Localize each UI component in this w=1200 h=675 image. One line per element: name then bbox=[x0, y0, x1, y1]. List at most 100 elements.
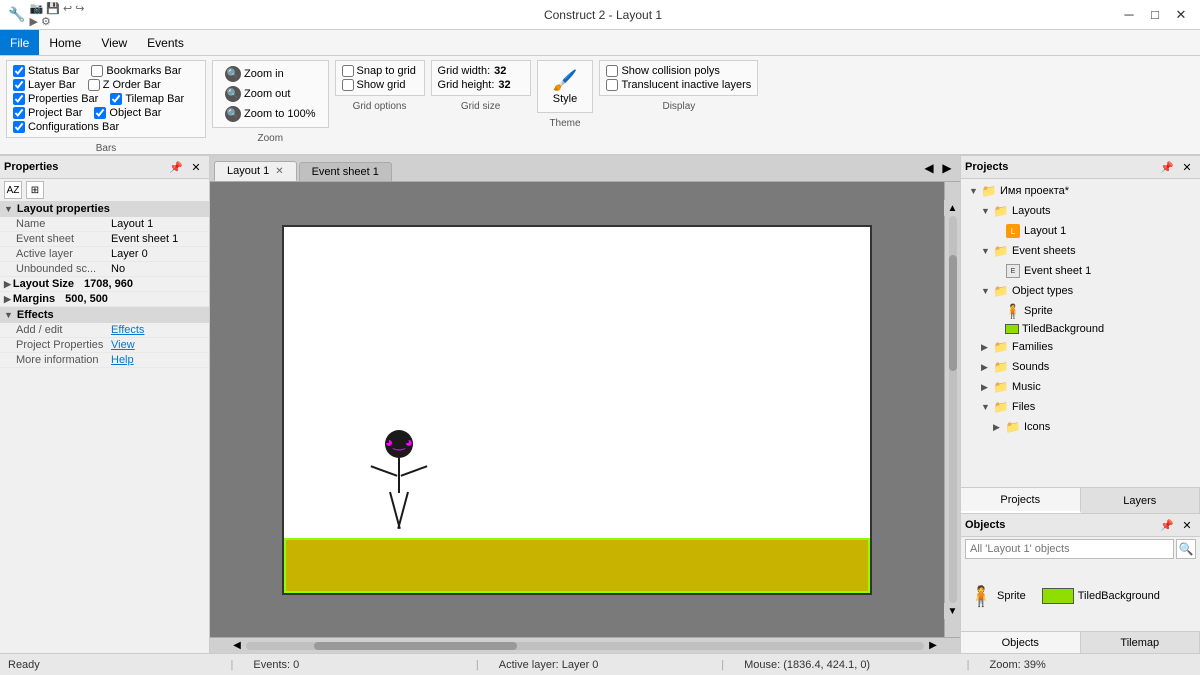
properties-content: AZ ⊞ ▼ Layout properties Name Layout 1 E… bbox=[0, 179, 209, 653]
tab-events1-label: Event sheet 1 bbox=[312, 166, 379, 178]
tree-tiled-bg[interactable]: TiledBackground bbox=[961, 321, 1200, 337]
hscroll-right-button[interactable]: ▶ bbox=[924, 638, 942, 654]
effects-expand-icon: ▼ bbox=[4, 310, 13, 320]
tilemap-bar-checkbox[interactable] bbox=[110, 93, 122, 105]
style-icon: 🖌️ bbox=[553, 68, 578, 93]
layer-bar-checkbox[interactable] bbox=[13, 79, 25, 91]
vscroll-up-button[interactable]: ▲ bbox=[944, 200, 961, 216]
canvas-scroll-area[interactable]: ◕‿◕ bbox=[210, 182, 944, 637]
show-grid-checkbox[interactable] bbox=[342, 79, 354, 91]
zoom-in-icon: 🔍 bbox=[225, 66, 241, 82]
close-button[interactable]: ✕ bbox=[1170, 4, 1192, 26]
props-label-name: Name bbox=[16, 218, 111, 230]
tab-layout1-close[interactable]: ✕ bbox=[275, 166, 283, 177]
vscroll-thumb[interactable] bbox=[949, 255, 957, 371]
tree-layout1[interactable]: L Layout 1 bbox=[961, 221, 1200, 241]
menu-events[interactable]: Events bbox=[137, 30, 194, 55]
props-expand-margins[interactable]: ▶ Margins 500, 500 bbox=[0, 292, 209, 307]
tabs-scroll-left[interactable]: ◀ bbox=[920, 159, 938, 177]
hscroll-track[interactable] bbox=[246, 642, 924, 650]
tree-icons[interactable]: ▶ 📁 Icons bbox=[961, 417, 1200, 437]
event-sheet1-icon: E bbox=[1005, 263, 1021, 279]
project-bar-checkbox[interactable] bbox=[13, 107, 25, 119]
objects-pin-button[interactable]: 📌 bbox=[1158, 516, 1176, 534]
maximize-button[interactable]: □ bbox=[1144, 4, 1166, 26]
sprite-object[interactable]: ◕‿◕ bbox=[369, 430, 429, 538]
objects-header-controls: 📌 ✕ bbox=[1158, 516, 1196, 534]
proj-pin-button[interactable]: 📌 bbox=[1158, 158, 1176, 176]
z-order-bar-checkbox[interactable] bbox=[88, 79, 100, 91]
objects-close-button[interactable]: ✕ bbox=[1178, 516, 1196, 534]
vertical-scrollbar[interactable]: ▲ ▼ bbox=[944, 182, 960, 637]
style-button[interactable]: 🖌️ Style bbox=[544, 65, 587, 108]
menu-home[interactable]: Home bbox=[39, 30, 91, 55]
props-label-active-layer: Active layer bbox=[16, 248, 111, 260]
sort-az-button[interactable]: AZ bbox=[4, 181, 22, 199]
configurations-bar-checkbox[interactable] bbox=[13, 121, 25, 133]
tree-sounds[interactable]: ▶ 📁 Sounds bbox=[961, 357, 1200, 377]
props-link-effects[interactable]: Effects bbox=[111, 324, 144, 336]
tree-event-sheets[interactable]: ▼ 📁 Event sheets bbox=[961, 241, 1200, 261]
props-row-project-props: Project Properties View bbox=[0, 338, 209, 353]
status-bar-checkbox[interactable] bbox=[13, 65, 25, 77]
object-bar-checkbox[interactable] bbox=[94, 107, 106, 119]
horizontal-scrollbar[interactable]: ◀ ▶ bbox=[210, 637, 960, 653]
props-link-help[interactable]: Help bbox=[111, 354, 134, 366]
layout-canvas[interactable]: ◕‿◕ bbox=[282, 225, 872, 595]
tree-event-sheet1[interactable]: E Event sheet 1 bbox=[961, 261, 1200, 281]
event-sheets-arrow: ▼ bbox=[981, 246, 993, 256]
props-row-name: Name Layout 1 bbox=[0, 217, 209, 232]
status-zoom: Zoom: 39% bbox=[990, 659, 1193, 671]
tree-music[interactable]: ▶ 📁 Music bbox=[961, 377, 1200, 397]
tab-events1[interactable]: Event sheet 1 bbox=[299, 162, 392, 181]
zoom-in-button[interactable]: 🔍 Zoom in bbox=[219, 65, 322, 83]
obj-sprite-icon: 🧍 bbox=[969, 584, 993, 608]
properties-toolbar: 📌 ✕ bbox=[167, 158, 205, 176]
translucent-checkbox[interactable] bbox=[606, 79, 618, 91]
families-folder-icon: 📁 bbox=[993, 339, 1009, 355]
obj-tab-objects[interactable]: Objects bbox=[961, 632, 1081, 653]
objects-panel: Objects 📌 ✕ 🔍 🧍 Sprite TiledBackground bbox=[961, 513, 1200, 653]
tree-sprite[interactable]: 🧍 Sprite bbox=[961, 301, 1200, 321]
layout-properties-section[interactable]: ▼ Layout properties bbox=[0, 201, 209, 217]
props-expand-layout-size[interactable]: ▶ Layout Size 1708, 960 bbox=[0, 277, 209, 292]
effects-section[interactable]: ▼ Effects bbox=[0, 307, 209, 323]
bookmarks-bar-checkbox[interactable] bbox=[91, 65, 103, 77]
proj-close-button[interactable]: ✕ bbox=[1178, 158, 1196, 176]
obj-item-tiled[interactable]: TiledBackground bbox=[1042, 588, 1160, 604]
translucent-label: Translucent inactive layers bbox=[621, 79, 751, 91]
tab-layers[interactable]: Layers bbox=[1081, 488, 1200, 513]
tiled-background-object[interactable] bbox=[284, 538, 870, 593]
snap-to-grid-checkbox[interactable] bbox=[342, 65, 354, 77]
tabs-scroll-right[interactable]: ▶ bbox=[938, 159, 956, 177]
zoom-100-button[interactable]: 🔍 Zoom to 100% bbox=[219, 105, 322, 123]
hscroll-thumb[interactable] bbox=[314, 642, 517, 650]
objects-search-input[interactable] bbox=[965, 539, 1174, 559]
menu-file[interactable]: File bbox=[0, 30, 39, 55]
grid-size-group-label: Grid size bbox=[432, 101, 530, 112]
obj-item-sprite[interactable]: 🧍 Sprite bbox=[969, 584, 1026, 608]
tree-root[interactable]: ▼ 📁 Имя проекта* bbox=[961, 181, 1200, 201]
objects-search-button[interactable]: 🔍 bbox=[1176, 539, 1196, 559]
obj-tab-tilemap[interactable]: Tilemap bbox=[1081, 632, 1200, 653]
tree-families[interactable]: ▶ 📁 Families bbox=[961, 337, 1200, 357]
tab-layout1[interactable]: Layout 1 ✕ bbox=[214, 161, 297, 181]
props-pin-button[interactable]: 📌 bbox=[167, 158, 185, 176]
menu-view[interactable]: View bbox=[91, 30, 137, 55]
sort-category-button[interactable]: ⊞ bbox=[26, 181, 44, 199]
props-close-button[interactable]: ✕ bbox=[187, 158, 205, 176]
vscroll-down-button[interactable]: ▼ bbox=[944, 603, 961, 619]
zoom-out-button[interactable]: 🔍 Zoom out bbox=[219, 85, 322, 103]
minimize-button[interactable]: ─ bbox=[1118, 4, 1140, 26]
show-collision-checkbox[interactable] bbox=[606, 65, 618, 77]
panel-tabs: Projects Layers bbox=[961, 487, 1200, 513]
props-link-view[interactable]: View bbox=[111, 339, 135, 351]
vscroll-track[interactable] bbox=[949, 216, 957, 603]
tree-layouts[interactable]: ▼ 📁 Layouts bbox=[961, 201, 1200, 221]
obj-panel-tabs: Objects Tilemap bbox=[961, 631, 1200, 653]
tree-files[interactable]: ▼ 📁 Files bbox=[961, 397, 1200, 417]
hscroll-left-button[interactable]: ◀ bbox=[228, 638, 246, 654]
tab-projects[interactable]: Projects bbox=[961, 488, 1081, 513]
tree-object-types[interactable]: ▼ 📁 Object types bbox=[961, 281, 1200, 301]
properties-bar-checkbox[interactable] bbox=[13, 93, 25, 105]
